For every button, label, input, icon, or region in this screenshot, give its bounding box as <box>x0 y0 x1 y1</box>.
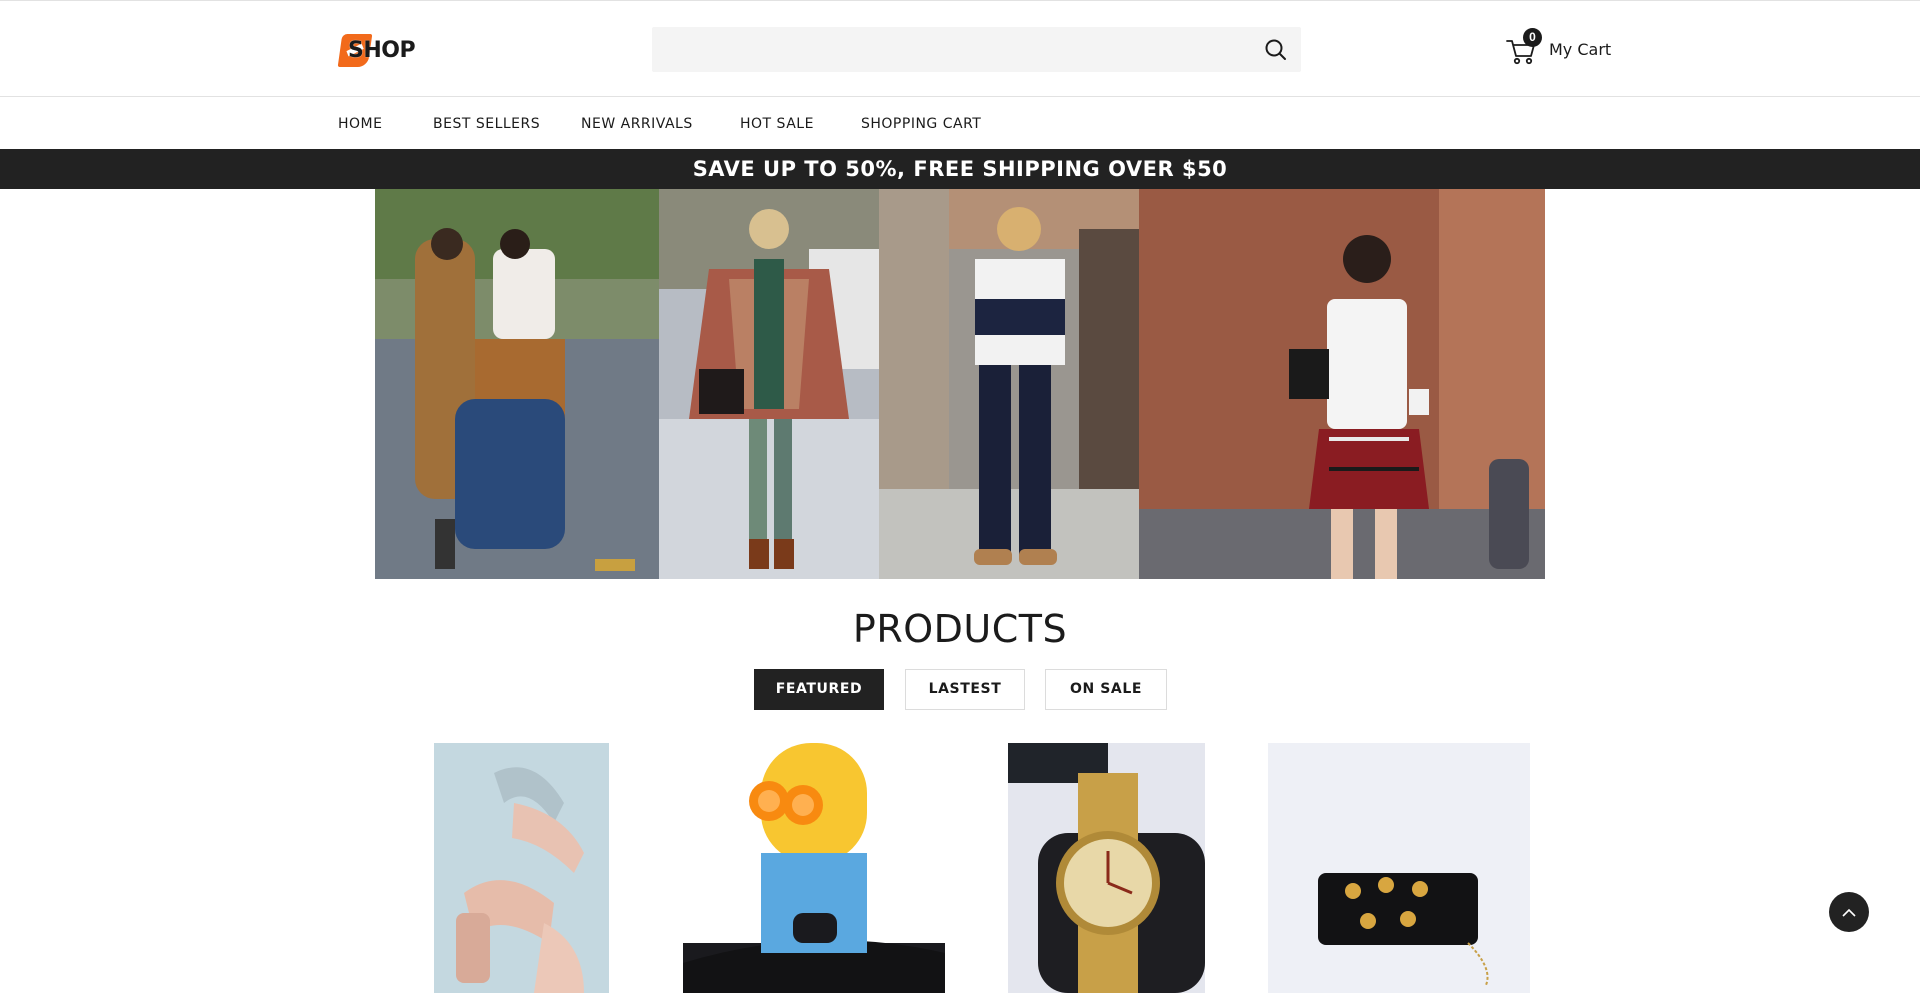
hero-photo-plaid-skirt <box>1139 189 1545 579</box>
back-to-top-button[interactable] <box>1829 892 1869 932</box>
search-bar <box>652 27 1301 72</box>
nav-item-hot-sale[interactable]: HOT SALE <box>740 116 814 132</box>
logo-text: SHOP <box>348 38 416 63</box>
tab-on-sale[interactable]: ON SALE <box>1045 669 1167 710</box>
nav-item-best-sellers[interactable]: BEST SELLERS <box>433 116 540 132</box>
products-heading: PRODUCTS <box>852 607 1068 651</box>
promo-banner: SAVE UP TO 50%, FREE SHIPPING OVER $50 <box>0 149 1920 189</box>
hero-photo-two-women <box>375 189 659 579</box>
cart-button[interactable]: 0 My Cart <box>1505 28 1612 67</box>
product-image-sandals[interactable] <box>434 743 609 993</box>
chevron-up-icon <box>1842 908 1856 917</box>
header-bar: SHOP 0 My Cart <box>0 0 1920 97</box>
nav-item-new-arrivals[interactable]: NEW ARRIVALS <box>581 116 693 132</box>
tab-lastest[interactable]: LASTEST <box>905 669 1025 710</box>
product-image-minion-speaker[interactable] <box>683 743 945 993</box>
product-image-clutch-bag[interactable] <box>1268 743 1530 993</box>
hero-photo-striped-tee <box>879 189 1139 579</box>
tab-featured[interactable]: FEATURED <box>754 669 884 710</box>
product-image-gold-watch[interactable] <box>1008 743 1205 993</box>
nav-item-home[interactable]: HOME <box>338 116 382 132</box>
search-input[interactable] <box>652 27 1252 72</box>
search-icon[interactable] <box>1263 37 1289 63</box>
nav-item-shopping-cart[interactable]: SHOPPING CART <box>861 116 981 132</box>
hero-photo-plaid-poncho <box>659 189 879 579</box>
hero-banner[interactable] <box>375 189 1545 579</box>
main-nav: HOME BEST SELLERS NEW ARRIVALS HOT SALE … <box>0 97 1920 149</box>
shop-logo[interactable]: SHOP <box>337 34 416 68</box>
cart-label: My Cart <box>1549 40 1612 59</box>
cart-count-badge: 0 <box>1523 28 1542 47</box>
